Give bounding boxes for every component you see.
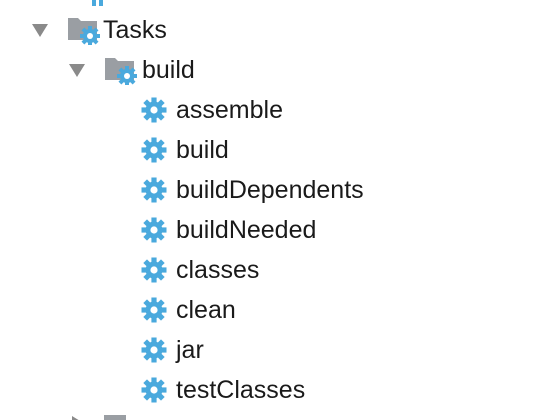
expand-arrow-icon[interactable] xyxy=(32,23,48,37)
task-label: assemble xyxy=(176,96,283,124)
gear-icon xyxy=(141,377,167,403)
tree-node-build-folder[interactable]: build xyxy=(0,50,195,90)
gear-icon xyxy=(141,177,167,203)
task-label: classes xyxy=(176,256,260,284)
gear-icon xyxy=(141,337,167,363)
gear-icon xyxy=(141,137,167,163)
folder-icon xyxy=(104,415,126,420)
tree-node-tasks[interactable]: Tasks xyxy=(0,10,167,50)
gear-icon xyxy=(92,0,103,6)
tree-node-cutoff xyxy=(0,412,546,420)
task-label: clean xyxy=(176,296,236,324)
tree-node-label: build xyxy=(142,56,195,84)
task-item-jar[interactable]: jar xyxy=(0,330,204,370)
task-label: buildNeeded xyxy=(176,216,317,244)
task-item-clean[interactable]: clean xyxy=(0,290,236,330)
gear-icon xyxy=(141,257,167,283)
task-item-test-classes[interactable]: testClasses xyxy=(0,370,305,410)
task-item-build-needed[interactable]: buildNeeded xyxy=(0,210,316,250)
gradle-task-tree: Tasks build assemble build buildDependen… xyxy=(0,0,546,420)
task-item-build-dependents[interactable]: buildDependents xyxy=(0,170,364,210)
task-label: testClasses xyxy=(176,376,306,404)
task-item-assemble[interactable]: assemble xyxy=(0,90,283,130)
task-label: buildDependents xyxy=(176,176,364,204)
gear-icon xyxy=(141,97,167,123)
gear-icon xyxy=(141,297,167,323)
task-label: jar xyxy=(176,336,204,364)
task-label: build xyxy=(176,136,229,164)
tree-node-label: Tasks xyxy=(103,16,167,44)
task-item-classes[interactable]: classes xyxy=(0,250,259,290)
expand-arrow-icon[interactable] xyxy=(69,63,85,77)
task-item-build[interactable]: build xyxy=(0,130,229,170)
folder-gear-icon xyxy=(105,58,137,85)
folder-gear-icon xyxy=(68,18,100,45)
gear-icon xyxy=(141,217,167,243)
collapsed-arrow-icon xyxy=(72,416,85,420)
